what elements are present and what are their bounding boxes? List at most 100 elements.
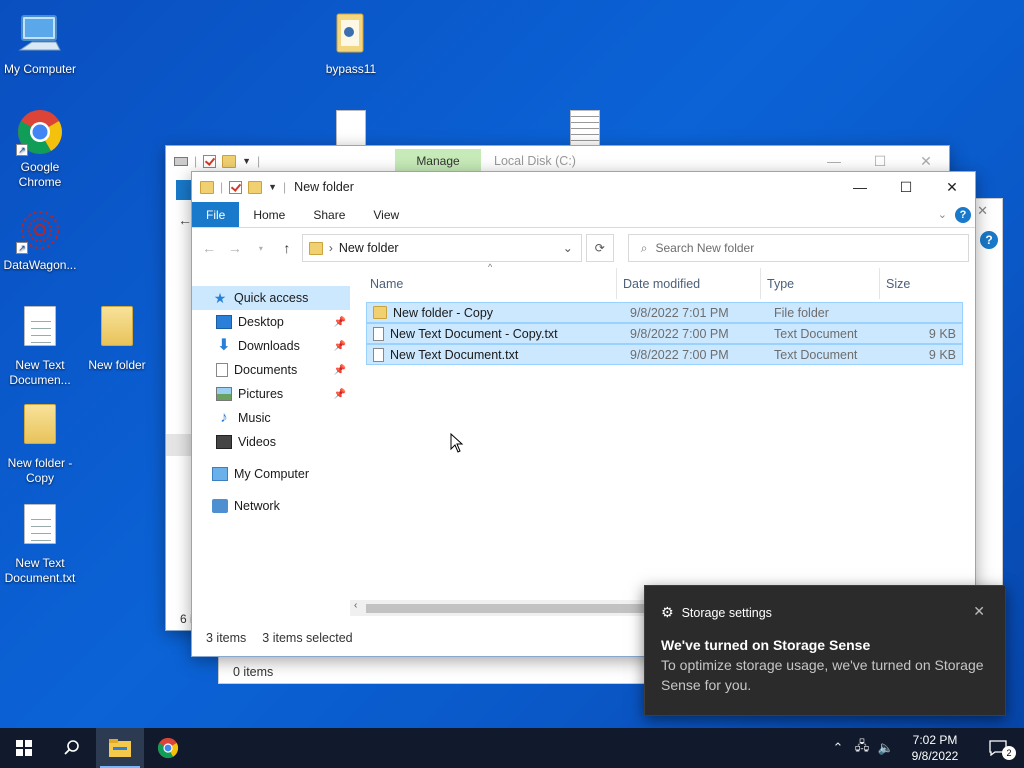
desktop-icon-bypass11[interactable]: bypass11 [311,10,391,77]
taskbar-file-explorer[interactable] [96,728,144,768]
search-placeholder: Search New folder [655,241,755,255]
column-name[interactable]: Name [350,268,617,299]
nav-quick-access[interactable]: ★ Quick access [192,286,350,310]
column-type[interactable]: Type [761,268,880,299]
new-folder-icon[interactable] [248,180,263,194]
drive-icon [174,156,188,166]
status-items: 3 items [206,631,247,645]
start-button[interactable] [0,728,48,768]
search-button[interactable] [48,728,96,768]
pictures-icon [216,387,232,401]
back-button[interactable]: ← [198,240,220,256]
column-headers: Name Date modified Type Size [350,268,975,300]
pin-icon[interactable]: 📌 [334,341,346,352]
storage-sense-notification[interactable]: ⚙ Storage settings ✕ We've turned on Sto… [644,585,1006,716]
chevron-down-icon[interactable]: ▼ [268,182,277,192]
nav-my-computer[interactable]: My Computer [192,462,350,486]
folder-icon [200,180,214,194]
music-icon: ♪ [220,409,228,426]
notification-count-badge: 2 [1002,746,1016,760]
desktop-icon-datawagon[interactable]: ↗ DataWagon... [0,206,80,273]
close-notification-button[interactable]: ✕ [973,603,985,620]
computer-icon [16,10,64,58]
action-center-button[interactable]: 2 [972,728,1024,768]
desktop-icon-google-chrome[interactable]: ↗ Google Chrome [0,108,80,190]
clock-date: 9/8/2022 [911,749,959,763]
help-icon[interactable]: ? [955,206,971,223]
pin-icon[interactable]: 📌 [334,365,346,376]
window-title: Local Disk (C:) [494,154,576,168]
help-icon[interactable]: ? [980,231,998,249]
refresh-button[interactable]: ⟳ [585,234,614,262]
scroll-left-icon[interactable]: ‹ [354,600,357,611]
title-bar[interactable]: | ▼ | New folder — ☐ ✕ [192,172,975,202]
sort-indicator-icon: ^ [488,262,493,272]
download-icon: ⬇ [217,337,231,354]
column-date-modified[interactable]: Date modified [617,268,761,299]
folder-icon [327,10,375,58]
status-selected: 3 items selected [262,631,353,645]
navigation-pane: ★ Quick access Desktop 📌 ⬇ Downloads 📌 D… [192,268,350,616]
gear-icon: ⚙ [661,604,674,620]
maximize-button[interactable]: ☐ [883,172,929,202]
minimize-button[interactable]: — [837,172,883,202]
datawagon-icon: ↗ [16,206,64,254]
search-input[interactable]: ⌕ Search New folder [627,234,970,262]
up-button[interactable]: ↑ [276,240,298,256]
clock[interactable]: 7:02 PM 9/8/2022 [898,732,972,764]
file-row[interactable]: New Text Document - Copy.txt 9/8/2022 7:… [366,323,963,344]
close-icon[interactable]: ✕ [977,203,988,219]
network-icon[interactable]: 🖧 [850,737,874,759]
nav-downloads[interactable]: ⬇ Downloads 📌 [192,334,350,358]
close-button[interactable]: ✕ [929,172,975,202]
folder-icon [16,404,64,452]
forward-button[interactable]: → [224,240,246,256]
nav-videos[interactable]: Videos [192,430,350,454]
videos-icon [216,435,232,449]
volume-icon[interactable]: 🔈 [874,740,898,756]
pin-icon[interactable]: 📌 [334,389,346,400]
status-items: 0 items [233,665,274,679]
breadcrumb[interactable]: New folder [339,241,399,255]
quick-access-toolbar: | ▼ | [166,154,260,168]
nav-pictures[interactable]: Pictures 📌 [192,382,350,406]
contextual-tab-manage[interactable]: Manage [395,149,481,173]
file-row[interactable]: New Text Document.txt 9/8/2022 7:00 PM T… [366,344,963,365]
tab-view[interactable]: View [359,202,413,227]
properties-icon[interactable] [229,180,243,194]
column-size[interactable]: Size [880,268,960,299]
desktop-icon-label: New Text Document.txt [4,556,76,585]
text-document-icon[interactable] [570,110,600,146]
desktop-icon-new-folder-copy[interactable]: New folder - Copy [0,404,80,486]
new-folder-icon[interactable] [222,154,237,168]
properties-icon[interactable] [203,154,217,168]
desktop-icon-my-computer[interactable]: My Computer [0,10,80,77]
tab-file[interactable]: File [192,202,240,227]
file-row[interactable]: New folder - Copy 9/8/2022 7:01 PM File … [366,302,963,323]
chevron-down-icon[interactable]: ▼ [242,156,251,166]
address-bar[interactable]: › New folder ⌄ [301,234,582,262]
notification-message: To optimize storage usage, we've turned … [661,657,984,693]
expand-ribbon-icon[interactable]: ⌄ [938,208,947,221]
show-hidden-icons-chevron-icon[interactable]: ⌃ [826,740,850,756]
nav-documents[interactable]: Documents 📌 [192,358,350,382]
back-arrow-icon[interactable]: ← [178,212,192,228]
shortcut-arrow-icon: ↗ [16,144,28,156]
chevron-down-icon[interactable]: ⌄ [563,241,573,255]
tab-share[interactable]: Share [299,202,359,227]
tab-home[interactable]: Home [239,202,299,227]
nav-network[interactable]: Network [192,494,350,518]
recent-locations-button[interactable]: ▾ [250,244,272,253]
desktop-icon [216,315,232,329]
taskbar-chrome[interactable] [144,728,192,768]
search-icon: ⌕ [640,240,648,255]
nav-desktop[interactable]: Desktop 📌 [192,310,350,334]
file-tab[interactable] [176,180,192,200]
desktop-icon-new-text-document[interactable]: New Text Documen... [0,306,80,388]
clock-time: 7:02 PM [912,733,958,747]
pin-icon[interactable]: 📌 [334,317,346,328]
nav-music[interactable]: ♪ Music [192,406,350,430]
desktop-icon-new-text-document-txt[interactable]: New Text Document.txt [0,504,80,586]
desktop-icon-new-folder[interactable]: New folder [77,306,157,373]
text-document-icon[interactable] [336,110,366,146]
